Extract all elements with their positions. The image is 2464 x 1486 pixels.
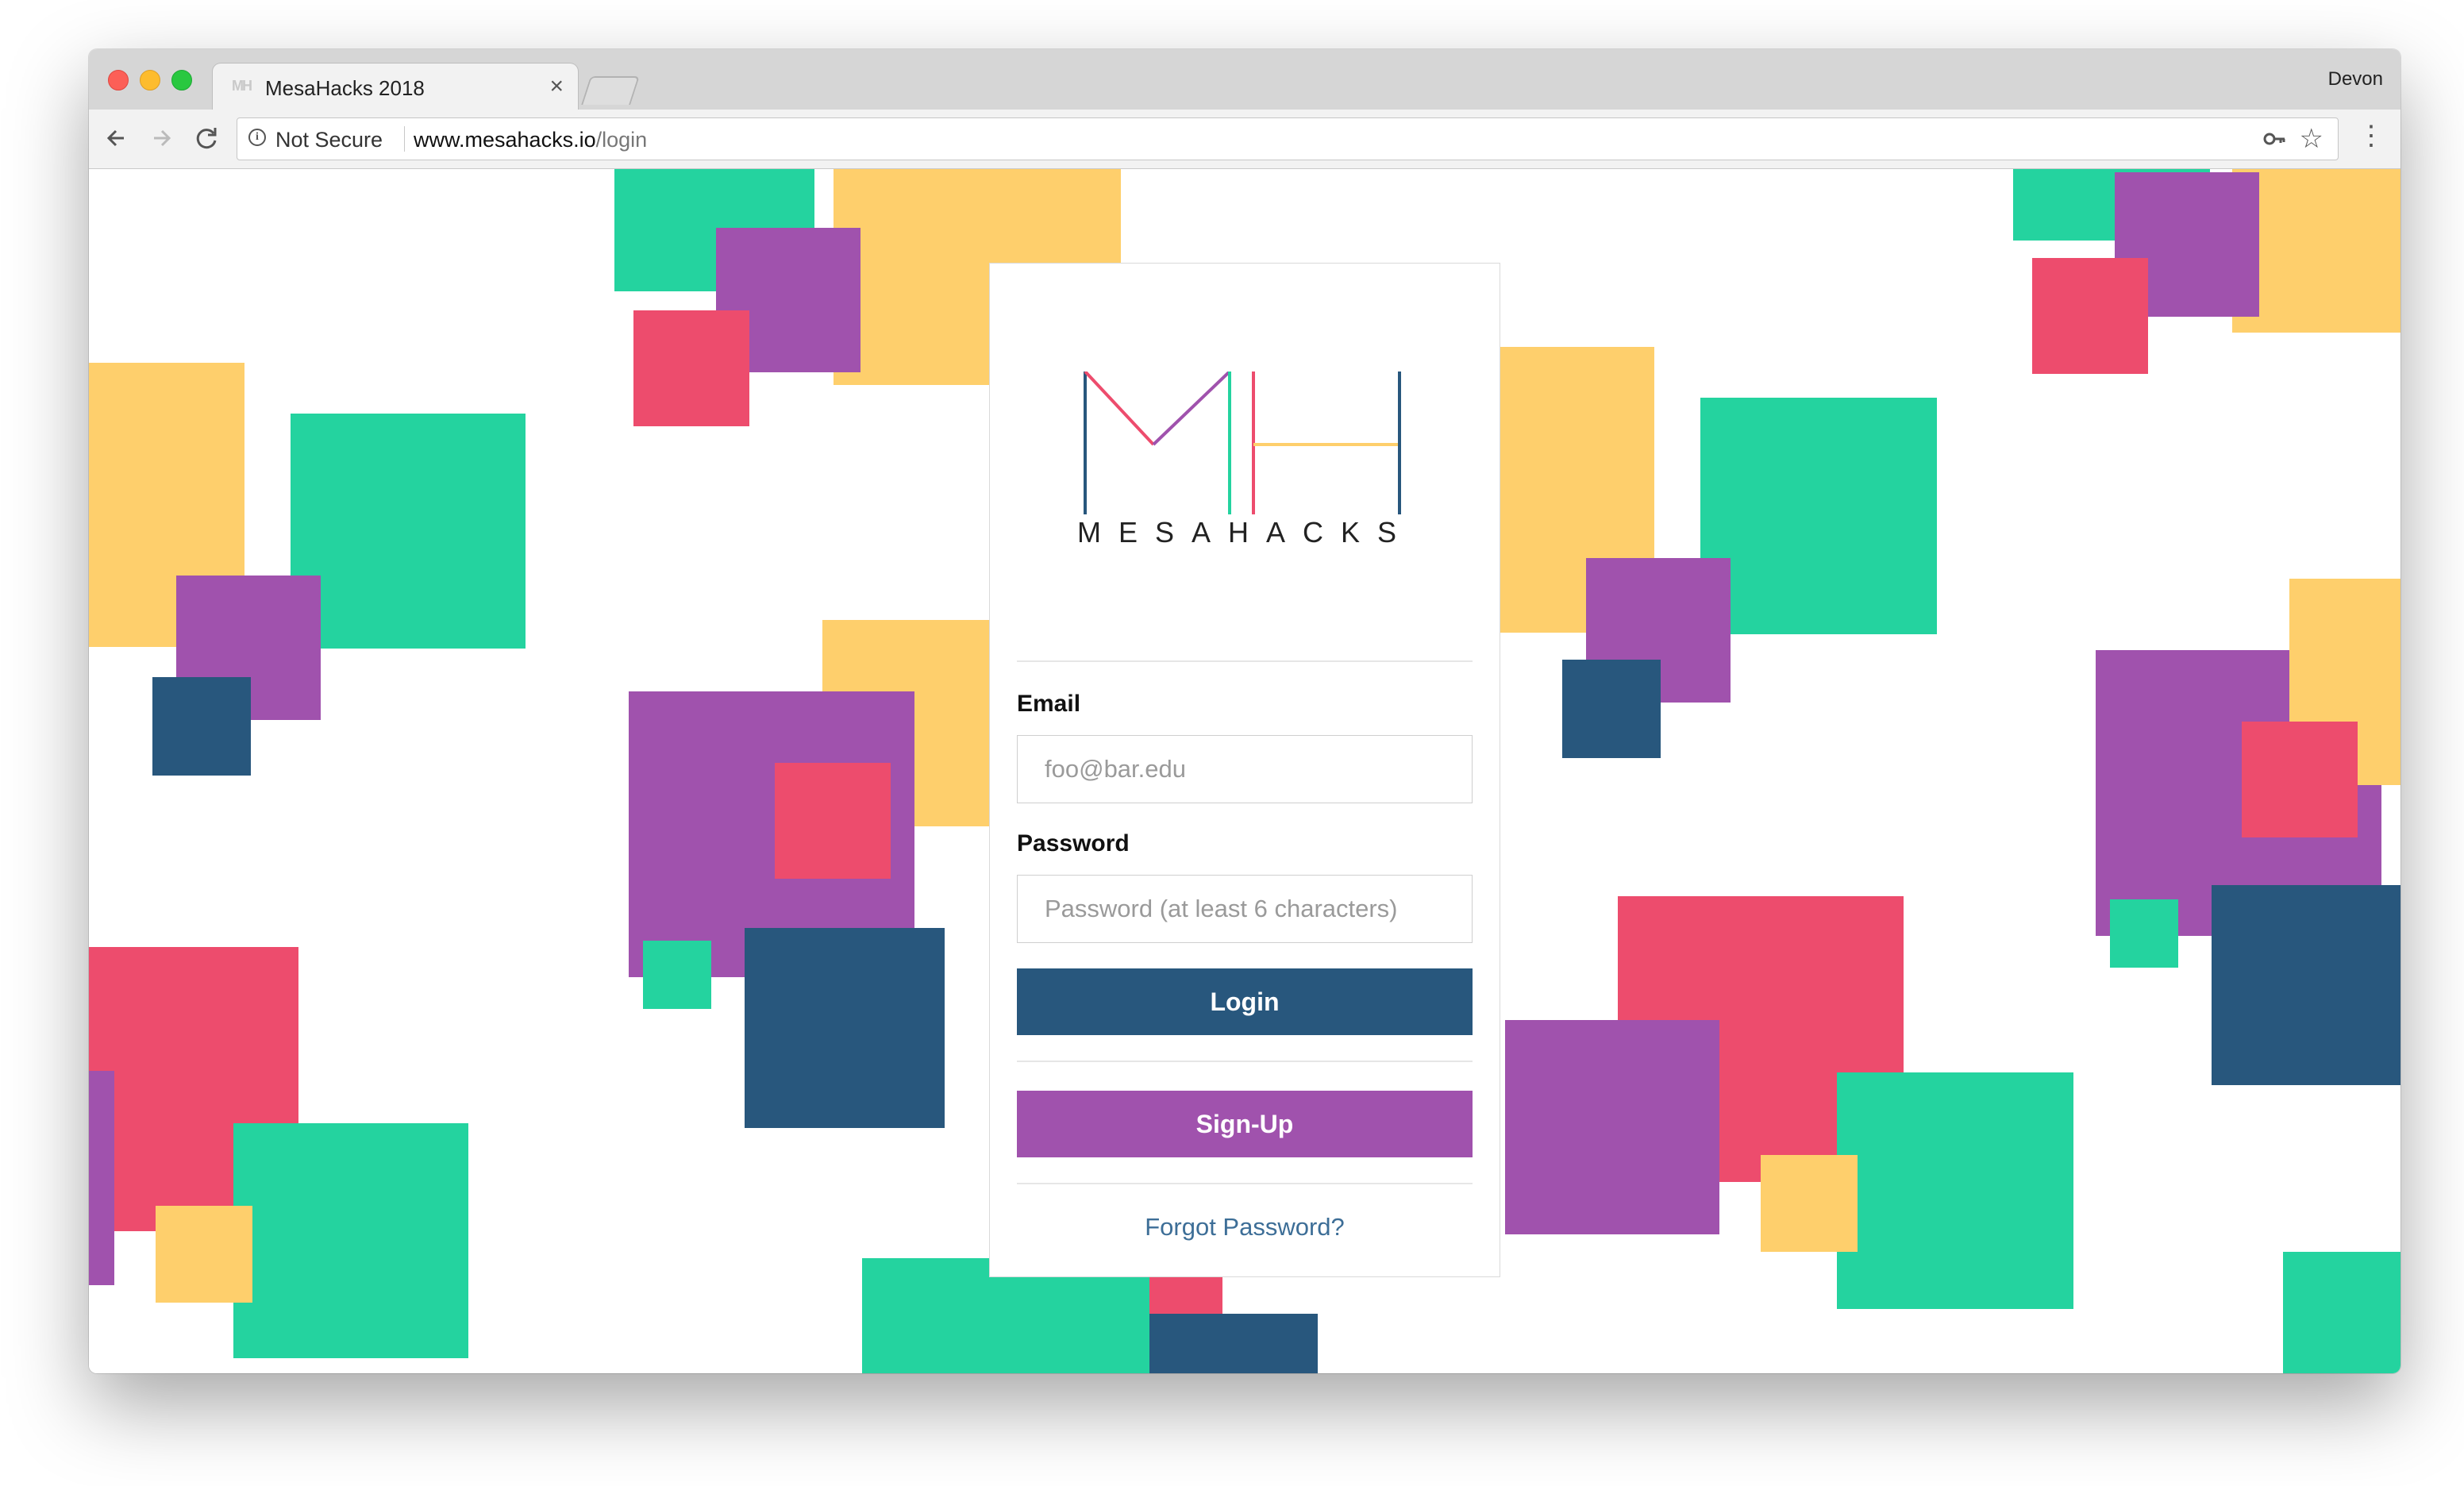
bg-square	[2212, 885, 2400, 1085]
bg-square	[291, 414, 526, 649]
zoom-window-button[interactable]	[171, 70, 192, 90]
bg-square	[1505, 1020, 1719, 1234]
bg-square	[233, 1123, 468, 1358]
bg-square	[1149, 1314, 1318, 1373]
star-icon[interactable]: ☆	[2300, 123, 2323, 155]
bg-square	[1562, 660, 1661, 758]
profile-name[interactable]: Devon	[2328, 68, 2383, 90]
tab-strip: MH MesaHacks 2018 × Devon	[89, 49, 2400, 110]
url-separator	[404, 126, 405, 152]
divider	[1017, 1183, 1473, 1184]
bg-square	[2032, 258, 2148, 374]
password-field[interactable]	[1017, 875, 1473, 943]
url-path: /login	[595, 128, 648, 152]
security-label[interactable]: Not Secure	[275, 128, 383, 152]
bg-square	[1700, 398, 1937, 634]
divider	[1017, 660, 1473, 662]
favicon-icon: MH	[232, 78, 252, 94]
forgot-password-link[interactable]: Forgot Password?	[1017, 1213, 1473, 1242]
close-window-button[interactable]	[108, 70, 129, 90]
info-icon[interactable]: i	[248, 129, 266, 146]
bg-square	[2283, 1252, 2400, 1373]
new-tab-button[interactable]	[581, 76, 640, 105]
tab-close-icon[interactable]: ×	[549, 73, 564, 100]
bg-square	[89, 1071, 114, 1285]
bg-square	[1761, 1155, 1858, 1252]
reload-icon[interactable]	[189, 121, 224, 156]
bg-square	[156, 1206, 252, 1303]
page-viewport: MESAHACKS Email Password Login Sign-Up F…	[89, 169, 2400, 1373]
bg-square	[1837, 1072, 2073, 1309]
bg-square	[633, 310, 749, 426]
bg-square	[1149, 1272, 1222, 1320]
bg-square	[775, 763, 891, 879]
signup-button[interactable]: Sign-Up	[1017, 1091, 1473, 1157]
address-bar[interactable]: i Not Secure www.mesahacks.io/login ☆	[237, 117, 2339, 160]
login-button[interactable]: Login	[1017, 968, 1473, 1035]
bg-square	[745, 928, 945, 1128]
email-field[interactable]	[1017, 735, 1473, 803]
menu-icon[interactable]: ⋮	[2358, 122, 2385, 149]
bg-square	[2242, 722, 2358, 837]
password-label: Password	[1017, 830, 1130, 857]
url-host: www.mesahacks.io	[414, 128, 596, 152]
divider	[1017, 1061, 1473, 1062]
brand-wordmark: MESAHACKS	[1077, 516, 1415, 549]
bg-square	[152, 677, 251, 776]
key-icon[interactable]	[2262, 126, 2287, 157]
bg-square	[2110, 899, 2178, 968]
bg-square	[643, 941, 711, 1009]
email-label: Email	[1017, 691, 1081, 717]
back-arrow-icon[interactable]	[100, 121, 135, 156]
browser-window: MH MesaHacks 2018 × Devon i Not Secure w…	[89, 49, 2400, 1373]
browser-tab[interactable]: MH MesaHacks 2018 ×	[213, 64, 578, 110]
tab-title: MesaHacks 2018	[265, 76, 425, 100]
login-card: MESAHACKS Email Password Login Sign-Up F…	[989, 263, 1500, 1277]
forward-arrow-icon[interactable]	[144, 121, 179, 156]
minimize-window-button[interactable]	[140, 70, 160, 90]
url-text[interactable]: www.mesahacks.io/login	[414, 128, 647, 152]
browser-toolbar: i Not Secure www.mesahacks.io/login ☆ ⋮	[89, 110, 2400, 169]
